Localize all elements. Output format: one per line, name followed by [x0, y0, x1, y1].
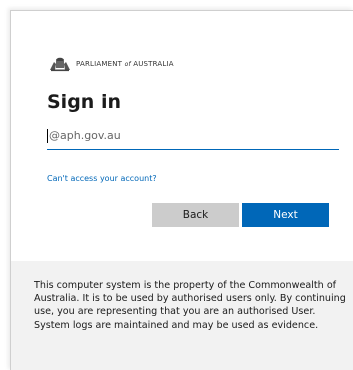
page-title: Sign in	[47, 91, 121, 113]
disclaimer-panel: This computer system is the property of …	[11, 261, 353, 370]
sign-in-panel: PARLIAMENT of AUSTRALIA Sign in @aph.gov…	[11, 11, 353, 261]
coat-of-arms-icon	[50, 57, 70, 72]
username-input[interactable]: @aph.gov.au	[47, 125, 339, 150]
cant-access-account-link[interactable]: Can't access your account?	[47, 174, 157, 183]
back-button[interactable]: Back	[152, 203, 239, 227]
next-button[interactable]: Next	[242, 203, 329, 227]
org-logo: PARLIAMENT of AUSTRALIA	[48, 55, 174, 73]
sign-in-card: PARLIAMENT of AUSTRALIA Sign in @aph.gov…	[10, 10, 353, 370]
disclaimer-text: This computer system is the property of …	[34, 280, 346, 331]
username-input-value: @aph.gov.au	[49, 129, 121, 142]
page: PARLIAMENT of AUSTRALIA Sign in @aph.gov…	[0, 0, 353, 370]
org-name: PARLIAMENT of AUSTRALIA	[76, 60, 174, 68]
text-caret	[47, 129, 48, 143]
